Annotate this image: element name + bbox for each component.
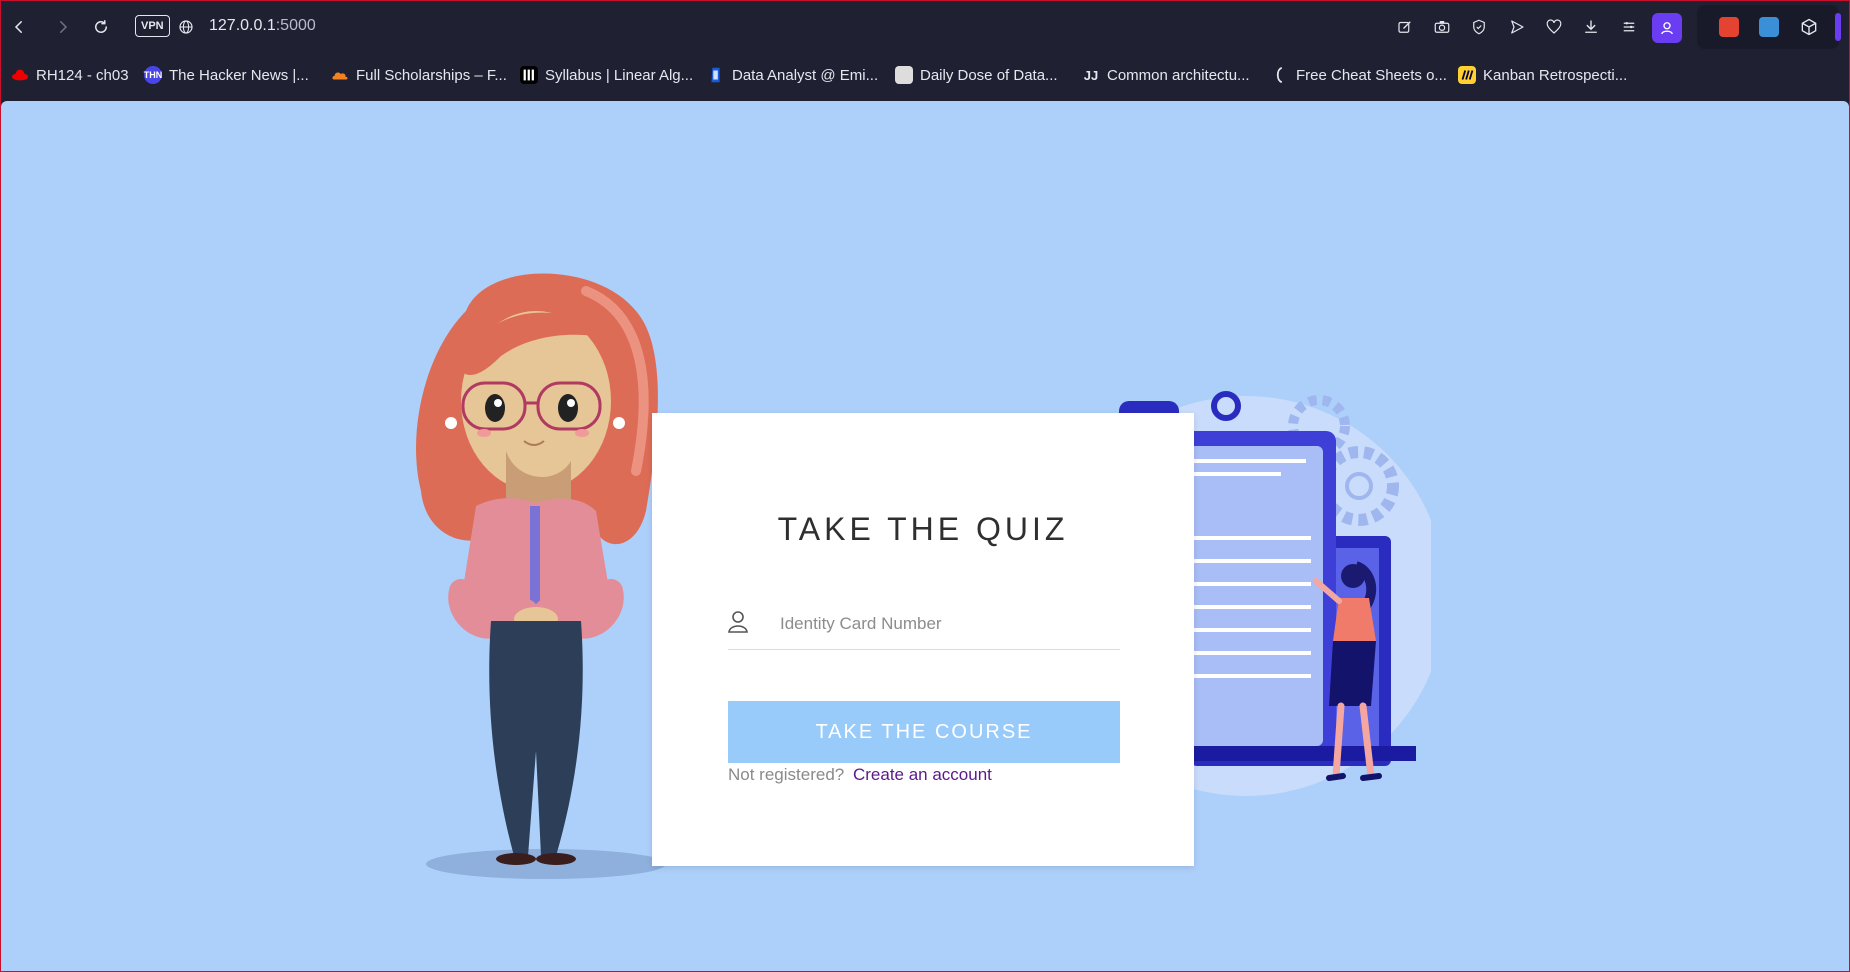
quiz-card: TAKE THE QUIZ TAKE THE COURSE Not regist… [652, 413, 1194, 866]
calendar-icon[interactable] [1759, 17, 1779, 37]
user-icon [1661, 22, 1673, 35]
browser-window: VPN 127.0.0.1:5000 RH124 - ch03 THN The … [0, 0, 1850, 972]
bookmark-label: RH124 - ch03 [36, 66, 129, 84]
bookmark-label: Data Analyst @ Emi... [732, 66, 879, 84]
address-bar[interactable]: 127.0.0.1:5000 [209, 17, 316, 35]
url-host: 127.0.0.1 [209, 17, 276, 34]
page-title: TAKE THE QUIZ [777, 511, 1069, 547]
page-icon [707, 66, 725, 84]
register-prompt: Not registered? Create an account [728, 765, 992, 785]
bookmark-item[interactable]: Syllabus | Linear Alg... [520, 65, 693, 85]
heart-icon[interactable] [1542, 15, 1566, 39]
user-icon [728, 611, 748, 633]
vpn-badge[interactable]: VPN [135, 15, 170, 37]
bracket-icon [1271, 66, 1289, 84]
globe-icon [174, 15, 198, 39]
take-course-button[interactable]: TAKE THE COURSE [728, 701, 1120, 763]
extensions-group [1697, 5, 1839, 49]
bookmark-item[interactable]: Data Analyst @ Emi... [707, 65, 878, 85]
miro-icon [1458, 66, 1476, 84]
image-icon [895, 66, 913, 84]
bookmark-label: Full Scholarships – F... [356, 66, 507, 84]
edit-icon[interactable] [1393, 15, 1417, 39]
bookmark-item[interactable]: THN The Hacker News |... [144, 65, 309, 85]
identity-field [728, 601, 1120, 650]
jj-icon: JJ [1083, 67, 1099, 83]
back-icon[interactable] [7, 15, 31, 39]
bookmark-label: Common architectu... [1107, 66, 1250, 84]
todoist-icon[interactable] [1719, 17, 1739, 37]
reload-icon[interactable] [89, 15, 113, 39]
create-account-link[interactable]: Create an account [853, 765, 992, 784]
bookmark-item[interactable]: Full Scholarships – F... [331, 65, 507, 85]
teacher-illustration [416, 273, 666, 879]
bookmarks-bar: RH124 - ch03 THN The Hacker News |... Fu… [1, 53, 1849, 97]
menu-icon[interactable] [1617, 15, 1641, 39]
cloud-icon [331, 66, 349, 84]
not-registered-text: Not registered? [728, 765, 845, 784]
bookmark-label: Kanban Retrospecti... [1483, 66, 1628, 84]
mit-icon [520, 66, 538, 84]
shield-icon[interactable] [1467, 15, 1491, 39]
page-content: TAKE THE QUIZ TAKE THE COURSE Not regist… [1, 101, 1849, 971]
bookmark-label: Free Cheat Sheets o... [1296, 66, 1447, 84]
bookmark-item[interactable]: JJ Common architectu... [1082, 65, 1250, 85]
browser-toolbar: VPN 127.0.0.1:5000 [1, 1, 1849, 53]
url-port: :5000 [275, 17, 316, 34]
sidebar-accent [1835, 13, 1841, 41]
camera-icon[interactable] [1430, 15, 1454, 39]
bookmark-label: Syllabus | Linear Alg... [545, 66, 694, 84]
bookmark-item[interactable]: Kanban Retrospecti... [1458, 65, 1627, 85]
bookmark-item[interactable]: RH124 - ch03 [11, 65, 129, 85]
bookmark-item[interactable]: Daily Dose of Data... [895, 65, 1058, 85]
profile-button[interactable] [1652, 13, 1682, 43]
redhat-icon [11, 66, 29, 84]
cube-icon[interactable] [1799, 17, 1819, 37]
download-icon[interactable] [1579, 15, 1603, 39]
bookmark-label: Daily Dose of Data... [920, 66, 1058, 84]
bookmark-item[interactable]: Free Cheat Sheets o... [1271, 65, 1447, 85]
forward-icon[interactable] [51, 15, 75, 39]
identity-card-input[interactable] [778, 607, 1112, 641]
send-icon[interactable] [1505, 15, 1529, 39]
bookmark-label: The Hacker News |... [169, 66, 309, 84]
thn-icon: THN [144, 66, 162, 84]
